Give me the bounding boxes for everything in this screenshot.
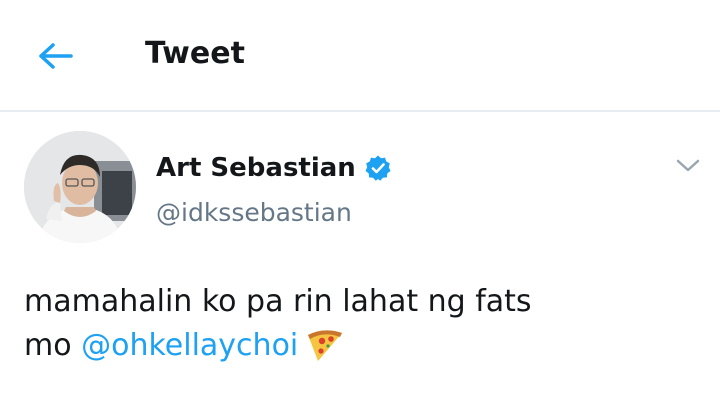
chevron-down-icon: [676, 159, 700, 172]
profile-photo: [24, 131, 136, 243]
tweet-text: mamahalin ko pa rin lahat ng fats mo @oh…: [24, 280, 704, 368]
page-title: Tweet: [145, 36, 245, 71]
header-divider: [0, 110, 720, 112]
tweet-text-line-1: mamahalin ko pa rin lahat ng fats: [24, 284, 532, 319]
back-button[interactable]: [30, 34, 80, 78]
pizza-icon: [308, 330, 343, 361]
author-row[interactable]: Art Sebastian: [156, 150, 392, 186]
author-handle[interactable]: @idkssebastian: [156, 196, 352, 230]
author-name: Art Sebastian: [156, 153, 356, 183]
tweet-text-line-2: mo @ohkellaychoi: [24, 324, 704, 368]
app-header: Tweet: [0, 0, 720, 110]
more-options-button[interactable]: [672, 150, 704, 182]
tweet-text-prefix: mo: [24, 328, 82, 363]
avatar[interactable]: [24, 131, 136, 243]
verified-badge-icon: [365, 155, 391, 181]
arrow-left-icon: [39, 43, 73, 69]
mention-link[interactable]: @ohkellaychoi: [81, 328, 298, 363]
